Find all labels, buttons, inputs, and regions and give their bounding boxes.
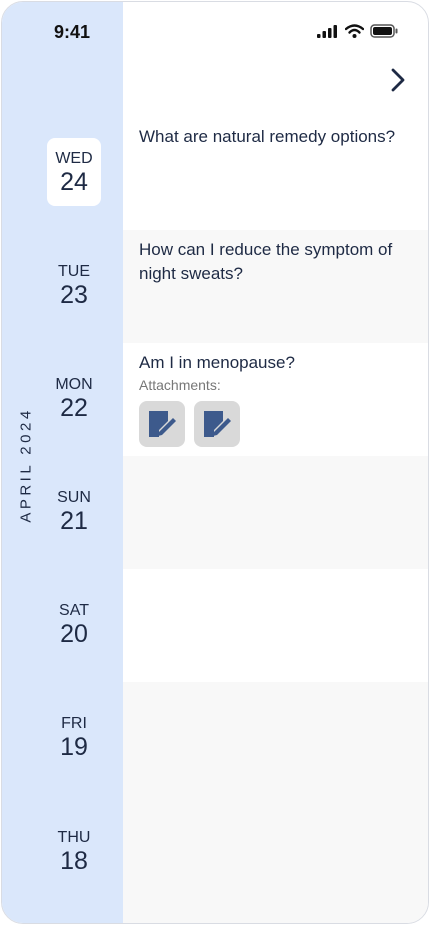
day-sun-21[interactable]: SUN 21 bbox=[47, 477, 101, 545]
attachment-button[interactable] bbox=[194, 401, 240, 447]
question-text[interactable]: Am I in menopause? bbox=[139, 351, 399, 375]
day-number: 20 bbox=[60, 620, 88, 648]
day-mon-22[interactable]: MON 22 bbox=[47, 364, 101, 432]
day-of-week: FRI bbox=[61, 715, 87, 732]
status-time: 9:41 bbox=[54, 22, 91, 42]
attachment-button[interactable] bbox=[139, 401, 185, 447]
entry-row-22: Am I in menopause? Attachments: bbox=[123, 343, 428, 456]
day-number: 19 bbox=[60, 733, 88, 761]
date-sidebar: 9:41 APRIL 2024 WED 24 TUE 23 MON 22 SUN… bbox=[2, 2, 123, 923]
day-of-week: WED bbox=[55, 150, 93, 167]
day-tue-23[interactable]: TUE 23 bbox=[47, 251, 101, 319]
document-edit-icon bbox=[149, 411, 176, 437]
document-edit-icon bbox=[204, 411, 231, 437]
day-number: 24 bbox=[60, 168, 88, 196]
question-text[interactable]: What are natural remedy options? bbox=[139, 125, 399, 149]
signal-icon bbox=[317, 24, 337, 38]
entry-row-18 bbox=[123, 795, 428, 923]
chevron-right-icon bbox=[391, 68, 405, 92]
battery-icon bbox=[370, 24, 398, 38]
phone-screen: 9:41 APRIL 2024 WED 24 TUE 23 MON 22 SUN… bbox=[1, 1, 429, 924]
entry-row-24: What are natural remedy options? bbox=[123, 117, 428, 230]
day-number: 18 bbox=[60, 847, 88, 875]
day-sat-20[interactable]: SAT 20 bbox=[47, 590, 101, 658]
day-of-week: SUN bbox=[57, 489, 91, 506]
day-of-week: SAT bbox=[59, 602, 89, 619]
question-text[interactable]: How can I reduce the symptom of night sw… bbox=[139, 238, 399, 286]
day-number: 22 bbox=[60, 394, 88, 422]
day-number: 23 bbox=[60, 281, 88, 309]
entry-row-21 bbox=[123, 456, 428, 569]
entry-row-19 bbox=[123, 682, 428, 795]
day-thu-18[interactable]: THU 18 bbox=[47, 817, 101, 885]
day-of-week: TUE bbox=[58, 263, 90, 280]
day-fri-19[interactable]: FRI 19 bbox=[47, 703, 101, 771]
day-of-week: MON bbox=[55, 376, 93, 393]
entry-row-23: How can I reduce the symptom of night sw… bbox=[123, 230, 428, 343]
day-wed-24[interactable]: WED 24 bbox=[47, 138, 101, 206]
day-number: 21 bbox=[60, 507, 88, 535]
month-label: APRIL 2024 bbox=[17, 407, 35, 523]
wifi-icon bbox=[345, 24, 364, 38]
attachments-label: Attachments: bbox=[139, 377, 221, 393]
day-of-week: THU bbox=[57, 829, 91, 846]
next-button[interactable] bbox=[384, 65, 410, 95]
entry-row-20 bbox=[123, 569, 428, 682]
status-icons bbox=[317, 24, 398, 38]
